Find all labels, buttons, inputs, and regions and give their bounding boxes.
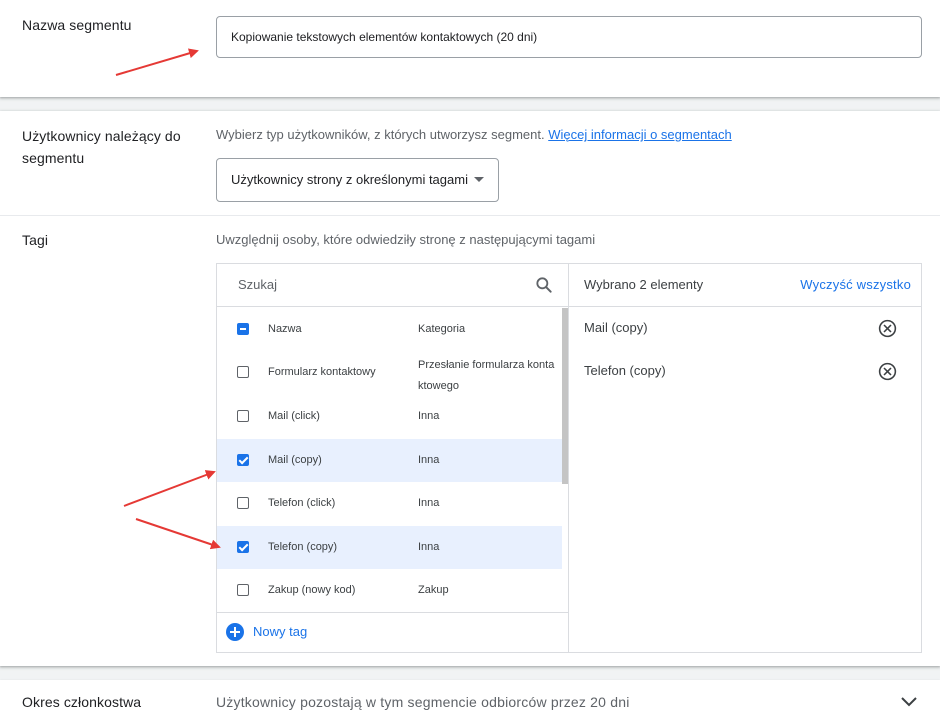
table-row[interactable]: Mail (copy) Inna xyxy=(217,439,562,482)
users-description: Wybierz typ użytkowników, z których utwo… xyxy=(216,127,732,142)
table-row[interactable]: Mail (click) Inna xyxy=(217,395,562,438)
tag-name: Telefon (click) xyxy=(268,497,336,509)
new-tag-label: Nowy tag xyxy=(253,624,308,639)
section-divider xyxy=(0,215,940,216)
selected-tag: Mail (copy) xyxy=(569,307,921,350)
tag-table-header: Nazwa Kategoria xyxy=(217,308,562,351)
remove-icon[interactable] xyxy=(877,318,898,339)
tags-description: Uwzględnij osoby, które odwiedziły stron… xyxy=(216,232,596,247)
user-type-dropdown[interactable]: Użytkownicy strony z określonymi tagami xyxy=(216,158,499,202)
tag-name: Formularz kontaktowy xyxy=(268,366,376,378)
select-all-checkbox[interactable] xyxy=(237,323,249,335)
row-checkbox[interactable] xyxy=(237,584,249,596)
row-checkbox[interactable] xyxy=(237,454,249,466)
tag-name: Mail (click) xyxy=(268,410,320,422)
row-checkbox[interactable] xyxy=(237,541,249,553)
user-type-dropdown-value: Użytkownicy strony z określonymi tagami xyxy=(231,172,468,187)
segment-name-label: Nazwa segmentu xyxy=(22,17,132,33)
table-row[interactable]: Telefon (click) Inna xyxy=(217,482,562,525)
segment-name-card: Nazwa segmentu Kopiowanie tekstowych ele… xyxy=(0,0,940,97)
tag-category: Inna xyxy=(418,410,440,422)
chevron-down-icon[interactable] xyxy=(900,696,918,708)
segment-config-card: Użytkownicy należący do segmentu Wybierz… xyxy=(0,111,940,666)
table-row[interactable]: Formularz kontaktowy Przesłanie formular… xyxy=(217,351,562,394)
tag-search-input[interactable]: Szukaj xyxy=(238,277,277,292)
tag-name: Telefon (copy) xyxy=(268,541,338,553)
tag-category: Zakup xyxy=(418,584,449,596)
selected-tags-pane: Wybrano 2 elementy Wyczyść wszystko Mail… xyxy=(569,264,921,652)
row-checkbox[interactable] xyxy=(237,366,249,378)
tag-picker: Szukaj Nazwa Kategoria Formularz kontakt… xyxy=(216,263,922,653)
row-checkbox[interactable] xyxy=(237,497,249,509)
table-row[interactable]: Telefon (copy) Inna xyxy=(217,526,562,569)
add-icon xyxy=(226,623,244,641)
tag-list-pane: Szukaj Nazwa Kategoria Formularz kontakt… xyxy=(217,264,569,652)
tags-label: Tagi xyxy=(22,232,49,248)
clear-all-button[interactable]: Wyczyść wszystko xyxy=(800,277,911,292)
tag-name: Mail (copy) xyxy=(268,454,322,466)
search-icon[interactable] xyxy=(534,275,554,295)
row-checkbox[interactable] xyxy=(237,410,249,422)
tag-category: Inna xyxy=(418,541,440,553)
remove-icon[interactable] xyxy=(877,361,898,382)
tag-list-scrollbar[interactable] xyxy=(562,308,568,484)
membership-description: Użytkownicy pozostają w tym segmencie od… xyxy=(216,694,630,710)
tag-name: Zakup (nowy kod) xyxy=(268,584,356,596)
tag-category: Przesłanie formularza konta ktowego xyxy=(418,359,555,392)
selected-count: Wybrano 2 elementy xyxy=(584,277,704,292)
selected-tag: Telefon (copy) xyxy=(569,350,921,393)
membership-label: Okres członkostwa xyxy=(22,694,142,710)
column-header-name: Nazwa xyxy=(268,323,302,335)
dropdown-caret-icon xyxy=(474,177,484,182)
tag-category: Inna xyxy=(418,497,440,509)
tag-search[interactable]: Szukaj xyxy=(217,264,568,307)
membership-card[interactable]: Okres członkostwa Użytkownicy pozostają … xyxy=(0,680,940,715)
selected-tags-header: Wybrano 2 elementy Wyczyść wszystko xyxy=(569,264,921,307)
learn-more-link[interactable]: Więcej informacji o segmentach xyxy=(548,127,732,142)
table-row[interactable]: Zakup (nowy kod) Zakup xyxy=(217,569,562,612)
selected-tag-label: Mail (copy) xyxy=(584,320,648,335)
selected-tag-label: Telefon (copy) xyxy=(584,363,666,378)
users-label: Użytkownicy należący do segmentu xyxy=(22,128,181,166)
users-description-text: Wybierz typ użytkowników, z których utwo… xyxy=(216,127,545,142)
segment-name-input[interactable]: Kopiowanie tekstowych elementów kontakto… xyxy=(216,16,922,58)
column-header-category: Kategoria xyxy=(418,323,466,335)
new-tag-button[interactable]: Nowy tag xyxy=(217,612,568,652)
tag-category: Inna xyxy=(418,454,440,466)
